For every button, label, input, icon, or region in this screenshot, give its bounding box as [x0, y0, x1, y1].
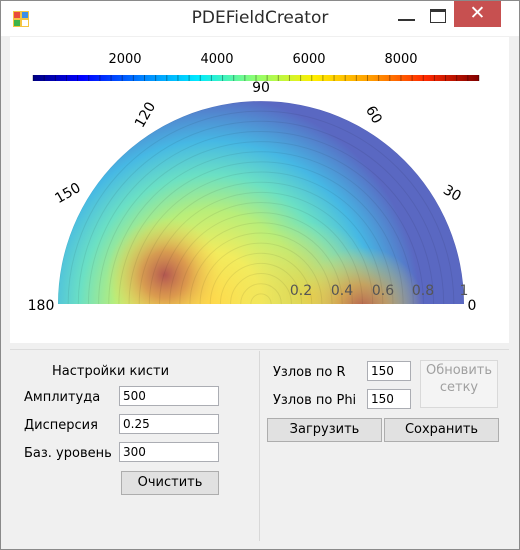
app-window: PDEFieldCreator ✕ 2000 4000 6000 8000 90…	[0, 0, 520, 550]
title-bar[interactable]: PDEFieldCreator ✕	[1, 1, 519, 36]
angle-label-30: 30	[440, 182, 463, 205]
load-button[interactable]: Загрузить	[267, 418, 382, 442]
angle-label-120: 120	[132, 99, 159, 130]
dispersion-label: Дисперсия	[24, 418, 98, 433]
amplitude-label: Амплитуда	[24, 390, 101, 405]
radius-label: 1	[460, 283, 469, 299]
angle-label-180: 180	[28, 298, 55, 314]
nodes-r-label: Узлов по R	[273, 365, 346, 380]
angle-label-60: 60	[362, 103, 385, 126]
brush-settings-heading: Настройки кисти	[52, 364, 170, 379]
maximize-icon	[430, 9, 446, 23]
polar-plot-svg[interactable]: 2000 4000 6000 8000 90 120 60 150 30 180…	[10, 37, 509, 343]
polar-field[interactable]	[50, 92, 480, 343]
update-grid-label-line2: сетку	[439, 380, 479, 395]
close-button[interactable]: ✕	[454, 1, 501, 27]
update-grid-button[interactable]: Обновить сетку	[420, 360, 498, 408]
radius-label: 0.8	[412, 283, 434, 299]
polar-field-canvas[interactable]: 2000 4000 6000 8000 90 120 60 150 30 180…	[10, 37, 509, 343]
maximize-button[interactable]	[421, 2, 453, 30]
angle-label-0: 0	[468, 298, 477, 314]
radius-label: 0.4	[331, 283, 353, 299]
nodes-r-field[interactable]: 150	[367, 361, 411, 381]
nodes-phi-label: Узлов по Phi	[273, 393, 357, 408]
minimize-icon	[398, 19, 415, 21]
amplitude-field[interactable]: 500	[119, 386, 219, 406]
base-level-field[interactable]: 300	[119, 442, 219, 462]
clear-button[interactable]: Очистить	[121, 471, 219, 495]
base-level-label: Баз. уровень	[24, 446, 112, 461]
save-button[interactable]: Сохранить	[384, 418, 499, 442]
group-divider	[259, 351, 260, 541]
colorbar-tick-label: 2000	[108, 52, 141, 67]
colorbar-tick-label: 4000	[200, 52, 233, 67]
radius-label: 0.2	[290, 283, 312, 299]
panel-divider	[10, 349, 509, 350]
colorbar-tick-label: 8000	[384, 52, 417, 67]
dispersion-field[interactable]: 0.25	[119, 414, 219, 434]
angle-label-150: 150	[52, 180, 83, 207]
angle-label-90: 90	[252, 80, 270, 96]
update-grid-label-line1: Обновить	[425, 363, 493, 378]
colorbar-end	[479, 75, 487, 81]
radius-label: 0.6	[372, 283, 394, 299]
colorbar-tick-label: 6000	[292, 52, 325, 67]
nodes-phi-field[interactable]: 150	[367, 389, 411, 409]
close-icon: ✕	[469, 2, 486, 24]
